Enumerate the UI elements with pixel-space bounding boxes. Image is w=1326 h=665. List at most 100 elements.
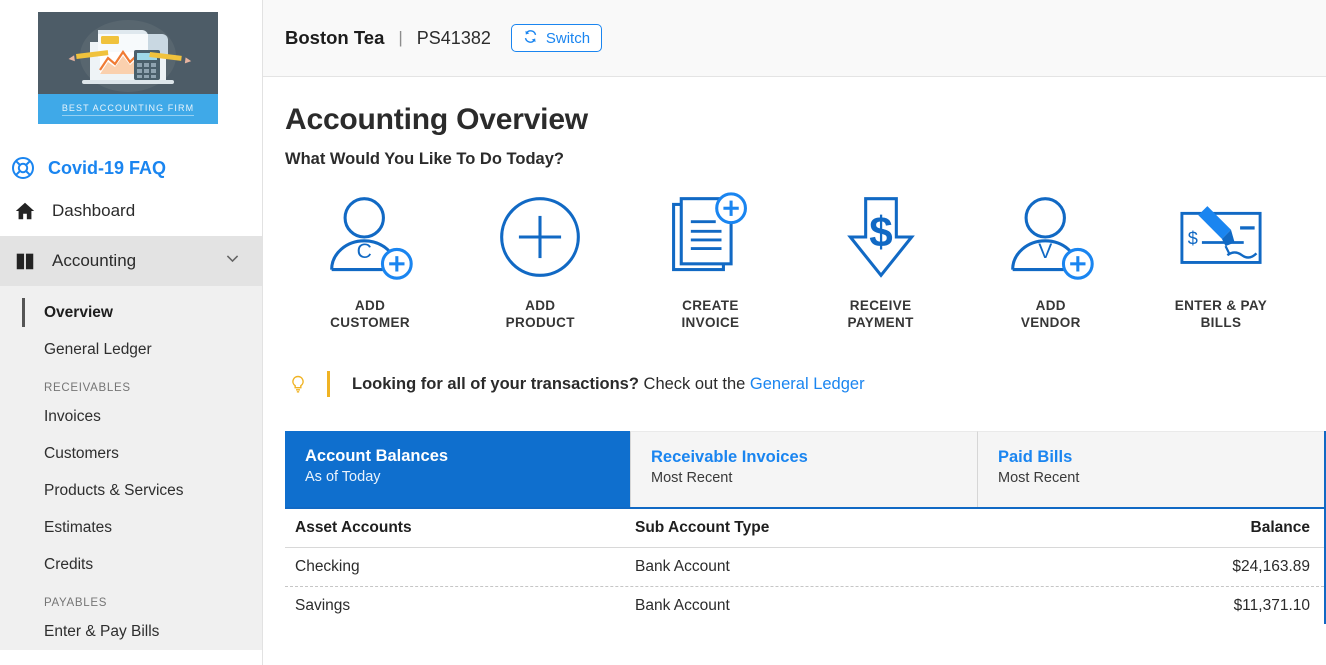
sidebar-item-customers[interactable]: Customers (0, 435, 262, 472)
cell-account-name: Savings (295, 596, 351, 614)
general-ledger-link[interactable]: General Ledger (750, 375, 865, 393)
sidebar-group-heading-receivables: RECEIVABLES (44, 382, 131, 394)
summary-panel: Account Balances As of Today Receivable … (285, 431, 1326, 624)
action-line2: CUSTOMER (330, 315, 410, 330)
sidebar-item-label-estimates: Estimates (44, 518, 113, 536)
action-create-invoice[interactable]: CREATE INVOICE (625, 187, 795, 331)
logo-banner-text: BEST ACCOUNTING FIRM (61, 103, 195, 116)
action-add-product[interactable]: ADD PRODUCT (455, 187, 625, 331)
sidebar-item-covid-faq[interactable]: Covid-19 FAQ (0, 150, 262, 186)
column-header-balance: Balance (1250, 519, 1310, 536)
svg-text:V: V (1038, 240, 1052, 263)
page-body: Accounting Overview What Would You Like … (263, 77, 1326, 624)
main-content: Boston Tea | PS41382 Switch Accounting O… (263, 0, 1326, 665)
action-line1: ENTER & PAY (1174, 298, 1268, 313)
table-header-row: Asset Accounts Sub Account Type Balance (285, 509, 1324, 548)
action-line2: PRODUCT (505, 315, 575, 330)
company-logo: BEST ACCOUNTING FIRM (38, 12, 218, 124)
table-row[interactable]: Checking Bank Account $24,163.89 (285, 548, 1324, 586)
action-line2: BILLS (1200, 315, 1242, 330)
action-line1: ADD (525, 298, 556, 313)
column-header-sub-account-type: Sub Account Type (635, 519, 770, 536)
sidebar-group-heading-payables: PAYABLES (44, 597, 108, 609)
sidebar-item-enter-pay-bills[interactable]: Enter & Pay Bills (0, 613, 262, 650)
tab-title-account-balances: Account Balances (305, 447, 449, 465)
tab-subtitle-paid-bills: Most Recent (998, 470, 1080, 486)
app-root: BEST ACCOUNTING FIRM Covid-19 FAQ Dashbo… (0, 0, 1326, 665)
book-icon (12, 248, 38, 274)
action-line2: VENDOR (1020, 315, 1081, 330)
sidebar-item-invoices[interactable]: Invoices (0, 398, 262, 435)
sidebar-item-accounting[interactable]: Accounting (0, 236, 262, 286)
action-label-add-vendor: ADD VENDOR (1021, 297, 1081, 331)
panel-tabs: Account Balances As of Today Receivable … (285, 431, 1324, 507)
tab-paid-bills[interactable]: Paid Bills Most Recent (977, 431, 1324, 507)
cell-balance: $11,371.10 (1233, 596, 1310, 614)
tab-title-receivable-invoices: Receivable Invoices (651, 448, 808, 466)
sidebar-item-label-dashboard: Dashboard (52, 201, 136, 220)
accounting-submenu: Overview General Ledger RECEIVABLES Invo… (0, 286, 262, 650)
enter-pay-bills-icon: $ (1171, 187, 1271, 287)
chevron-down-icon[interactable] (224, 250, 244, 272)
table-row[interactable]: Savings Bank Account $11,371.10 (285, 586, 1324, 624)
action-line1: ADD (354, 298, 386, 313)
tip-banner: Looking for all of your transactions? Ch… (285, 371, 1326, 397)
sidebar-item-overview[interactable]: Overview (0, 294, 262, 331)
action-line2: INVOICE (681, 315, 740, 330)
sidebar-item-label-credits: Credits (44, 555, 94, 573)
action-add-vendor[interactable]: V ADD VENDOR (966, 187, 1136, 331)
action-receive-payment[interactable]: $ RECEIVE PAYMENT (796, 187, 966, 331)
header-separator: | (398, 28, 403, 47)
lifebuoy-icon (10, 155, 36, 181)
cell-sub-account-type: Bank Account (635, 596, 730, 614)
svg-text:$: $ (869, 209, 892, 256)
tip-text: Looking for all of your transactions? Ch… (352, 375, 865, 394)
account-balances-table: Asset Accounts Sub Account Type Balance … (285, 507, 1324, 624)
sidebar-item-credits[interactable]: Credits (0, 546, 262, 583)
cell-balance: $24,163.89 (1232, 558, 1310, 575)
sidebar-item-label-customers: Customers (44, 444, 119, 462)
sidebar-item-dashboard[interactable]: Dashboard (0, 186, 262, 236)
tab-title-paid-bills: Paid Bills (998, 448, 1073, 466)
top-header-bar: Boston Tea | PS41382 Switch (263, 0, 1326, 77)
page-subtitle: What Would You Like To Do Today? (285, 150, 564, 168)
tip-bold-text: Looking for all of your transactions? (352, 374, 639, 393)
tab-subtitle-receivable-invoices: Most Recent (651, 470, 733, 486)
svg-text:$: $ (1188, 228, 1198, 248)
action-label-create-invoice: CREATE INVOICE (681, 297, 739, 331)
sidebar-item-estimates[interactable]: Estimates (0, 509, 262, 546)
account-id: PS41382 (416, 27, 491, 48)
action-label-add-product: ADD PRODUCT (506, 297, 575, 331)
switch-company-button[interactable]: Switch (510, 24, 603, 52)
create-invoice-icon (664, 187, 756, 287)
svg-text:C: C (357, 240, 372, 263)
sidebar-item-label-accounting: Accounting (52, 251, 137, 270)
add-customer-icon: C (324, 187, 416, 287)
action-enter-pay-bills[interactable]: $ ENTER & PAY BILLS (1136, 187, 1306, 331)
quick-actions-row: C ADD CUSTOMER ADD PRODUCT CREATE INVOIC… (285, 187, 1326, 331)
action-add-customer[interactable]: C ADD CUSTOMER (285, 187, 455, 331)
sidebar-item-label-products-services: Products & Services (44, 481, 184, 499)
page-title: Accounting Overview (285, 103, 588, 136)
tip-plain-text: Check out the (638, 374, 750, 393)
logo-banner: BEST ACCOUNTING FIRM (38, 94, 218, 124)
sidebar: BEST ACCOUNTING FIRM Covid-19 FAQ Dashbo… (0, 0, 263, 665)
action-line1: RECEIVE (849, 298, 912, 313)
logo-illustration (68, 20, 192, 92)
sidebar-item-label-overview: Overview (44, 303, 113, 321)
column-header-asset-accounts: Asset Accounts (295, 519, 412, 536)
sidebar-item-general-ledger[interactable]: General Ledger (0, 331, 262, 368)
tab-account-balances[interactable]: Account Balances As of Today (285, 431, 630, 507)
action-line2: PAYMENT (847, 315, 914, 330)
logo-container: BEST ACCOUNTING FIRM (0, 0, 262, 124)
company-name: Boston Tea (285, 27, 385, 48)
sidebar-item-label-general-ledger: General Ledger (44, 340, 152, 358)
switch-button-label: Switch (545, 29, 591, 47)
sidebar-item-products-services[interactable]: Products & Services (0, 472, 262, 509)
tab-receivable-invoices[interactable]: Receivable Invoices Most Recent (630, 431, 977, 507)
tab-subtitle-account-balances: As of Today (305, 469, 381, 485)
action-line1: ADD (1035, 298, 1066, 313)
sidebar-item-label-covid-faq: Covid-19 FAQ (48, 157, 167, 178)
receive-payment-icon: $ (835, 187, 927, 287)
sync-icon (523, 29, 538, 48)
